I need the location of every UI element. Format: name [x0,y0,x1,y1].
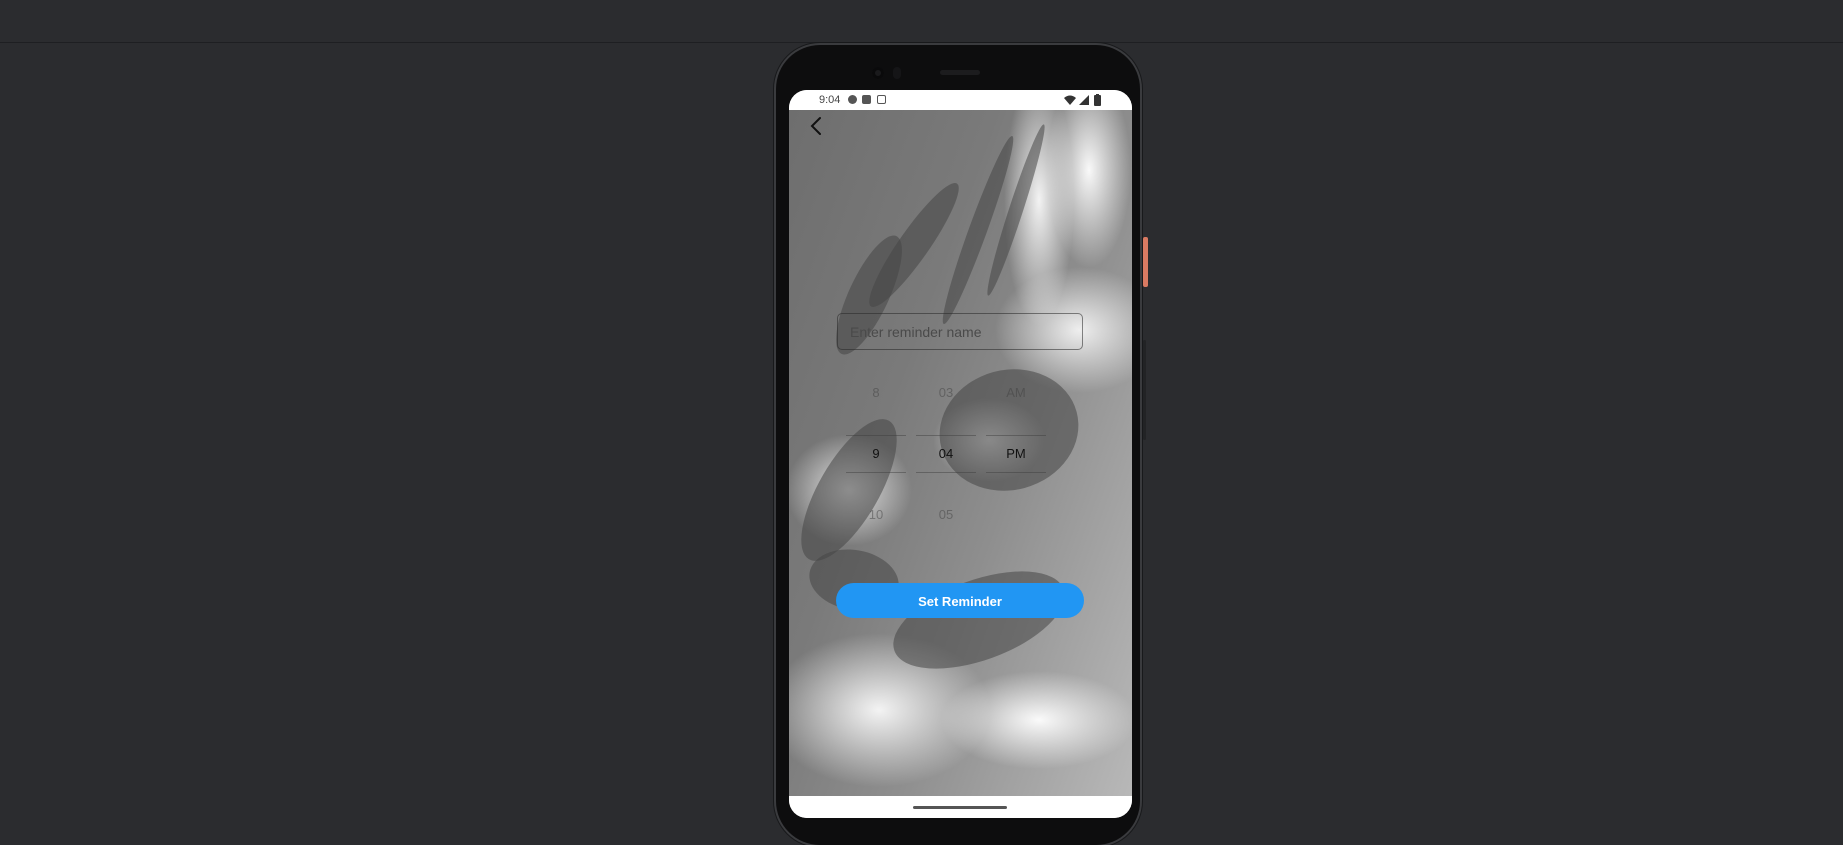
device-screen: 9:04 8 9 10 03 04 05 AM PM Set Remi [789,90,1132,818]
minute-selected[interactable]: 04 [916,435,976,473]
reminder-name-input[interactable] [837,313,1083,350]
minute-picker[interactable]: 03 04 05 [916,382,976,526]
hour-picker[interactable]: 8 9 10 [846,382,906,526]
home-indicator[interactable] [913,806,1007,809]
battery-icon [1094,94,1101,106]
hour-above[interactable]: 8 [846,382,906,404]
period-picker[interactable]: AM PM [986,382,1046,526]
minute-below[interactable]: 05 [916,504,976,526]
signal-icon [1079,95,1089,105]
status-time: 9:04 [819,94,841,106]
shield-icon [848,95,857,104]
wifi-icon [1064,95,1076,105]
back-button[interactable] [803,112,831,140]
power-button[interactable] [1143,237,1148,287]
volume-button[interactable] [1143,340,1146,440]
period-above[interactable]: AM [986,382,1046,404]
back-arrow-icon [810,117,821,135]
front-sensor [893,67,901,79]
status-bar: 9:04 [789,90,1132,110]
earpiece [940,70,980,75]
shadow-leaf [880,551,1078,689]
navigation-bar [789,796,1132,818]
period-selected[interactable]: PM [986,435,1046,473]
sim-card-icon [862,95,871,104]
front-camera [872,67,884,79]
keyboard-icon [877,95,886,104]
period-below[interactable] [986,504,1046,526]
hour-below[interactable]: 10 [846,504,906,526]
emulator-toolbar [0,0,1843,43]
minute-above[interactable]: 03 [916,382,976,404]
hour-selected[interactable]: 9 [846,435,906,473]
set-reminder-button[interactable]: Set Reminder [836,583,1084,618]
